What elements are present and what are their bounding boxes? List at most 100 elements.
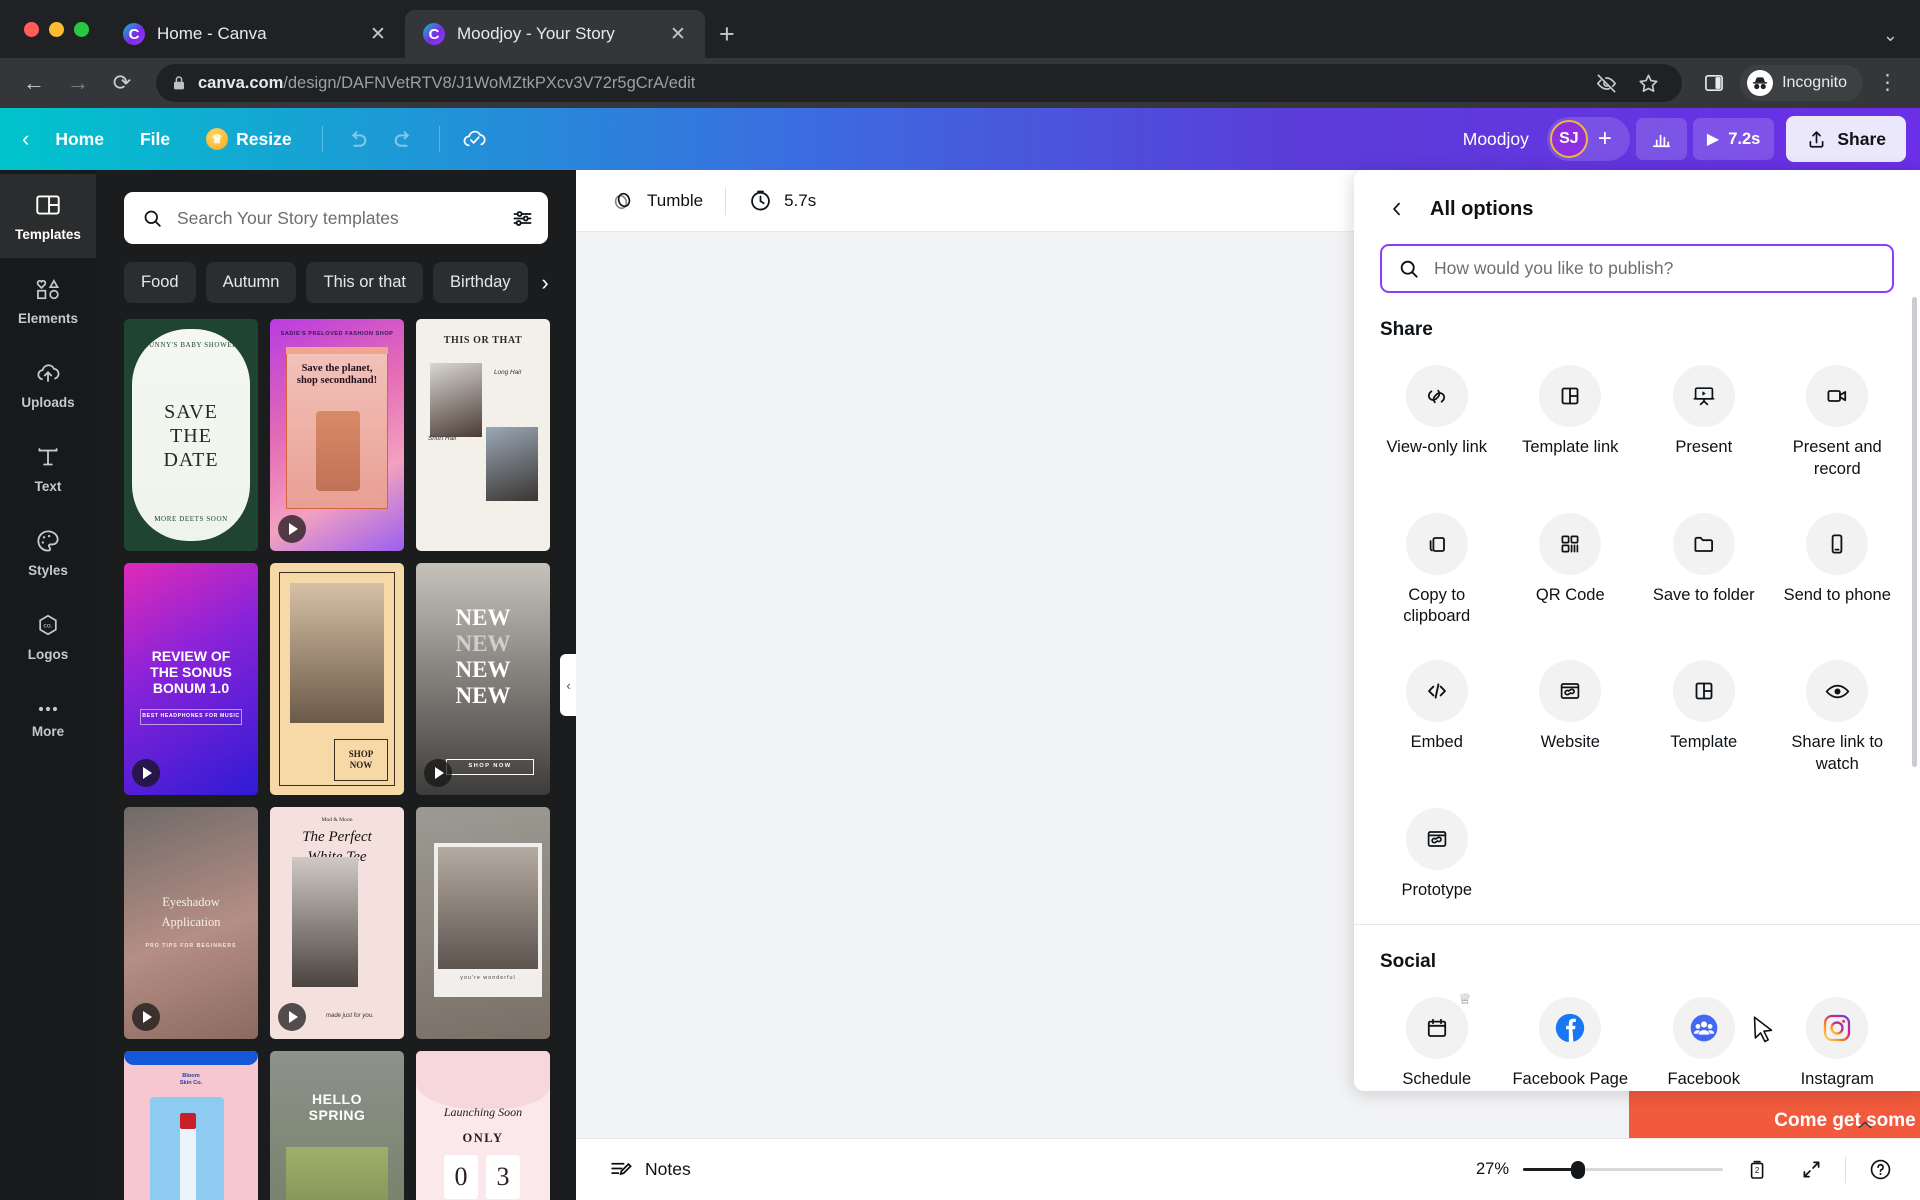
minimize-window-button[interactable] [49, 21, 64, 37]
browser-tab-home-canva[interactable]: C Home - Canva ✕ [105, 10, 405, 58]
template-card[interactable]: SUNNY'S BABY SHOWER SAVE THE DATE MORE D… [124, 319, 258, 551]
play-preview-button[interactable]: ▶ 7.2s [1692, 118, 1775, 160]
option-present[interactable]: Present [1637, 351, 1771, 499]
filter-sliders-icon[interactable] [511, 207, 534, 230]
browser-tabstrip: C Home - Canva ✕ C Moodjoy - Your Story … [0, 0, 1920, 58]
sidebar-item-more[interactable]: More [0, 678, 96, 762]
browser-tab-moodjoy-your-story[interactable]: C Moodjoy - Your Story ✕ [405, 10, 705, 58]
insights-button[interactable] [1635, 118, 1687, 160]
address-bar[interactable]: canva.com/design/DAFNVetRTV8/J1WoMZtkPXc… [156, 64, 1683, 102]
profile-incognito-button[interactable]: Incognito [1740, 65, 1863, 101]
tab-search-chevron-down-icon[interactable]: ⌄ [1883, 25, 1920, 58]
template-search-box[interactable] [124, 192, 548, 244]
sidebar-item-text[interactable]: Text [0, 426, 96, 510]
template-card[interactable]: NEW NEW NEW NEW SHOP NOW [416, 563, 550, 795]
redo-icon[interactable] [383, 118, 425, 160]
template-card[interactable]: THIS OR THAT Long Hair Short Hair [416, 319, 550, 551]
option-copy-to-clipboard[interactable]: Copy to clipboard [1370, 499, 1504, 647]
share-panel-scrollbar[interactable] [1912, 297, 1917, 768]
new-tab-button[interactable]: + [705, 21, 749, 58]
template-card[interactable]: SADIE'S PRELOVED FASHION SHOP Save the p… [270, 319, 404, 551]
option-save-to-folder[interactable]: Save to folder [1637, 499, 1771, 647]
template-card[interactable]: Launching Soon ONLY 0 3 [416, 1051, 550, 1200]
chip-autumn[interactable]: Autumn [205, 262, 297, 303]
pages-icon[interactable]: 2 [1737, 1150, 1777, 1190]
chip-birthday[interactable]: Birthday [433, 262, 528, 303]
template-card[interactable]: Bloom Skin Co. [124, 1051, 258, 1200]
side-panel-icon[interactable] [1696, 65, 1732, 101]
chip-food[interactable]: Food [124, 262, 196, 303]
url-text: canva.com/design/DAFNVetRTV8/J1WoMZtkPXc… [198, 74, 695, 93]
back-button[interactable]: ← [14, 63, 54, 103]
option-template[interactable]: Template [1637, 646, 1771, 794]
animation-button[interactable]: Tumble [596, 179, 717, 223]
option-embed[interactable]: Embed [1370, 646, 1504, 794]
template-card[interactable]: SHOP NOW [270, 563, 404, 795]
option-schedule[interactable]: ♕ Schedule [1370, 983, 1504, 1091]
maximize-window-button[interactable] [74, 21, 89, 37]
template-card[interactable]: REVIEW OF THE SONUS BONUM 1.0 BEST HEADP… [124, 563, 258, 795]
eye-icon [1806, 660, 1869, 723]
zoom-slider-handle[interactable] [1571, 1160, 1585, 1179]
collapse-canvas-chevron-up-icon[interactable] [1845, 1114, 1885, 1136]
search-input[interactable] [177, 207, 497, 229]
chip-this-or-that[interactable]: This or that [306, 262, 424, 303]
collapse-panel-button[interactable]: ‹ [560, 654, 576, 716]
help-question-icon[interactable] [1860, 1150, 1900, 1190]
option-prototype[interactable]: Prototype [1370, 794, 1504, 920]
template-text: NEW [455, 683, 511, 708]
option-qr-code[interactable]: QR Code [1504, 499, 1638, 647]
option-website[interactable]: Website [1504, 646, 1638, 794]
chips-next-chevron-right-icon[interactable]: › [528, 262, 562, 304]
document-title[interactable]: Moodjoy [1451, 129, 1541, 150]
zoom-slider[interactable] [1523, 1160, 1723, 1180]
option-present-and-record[interactable]: Present and record [1771, 351, 1905, 499]
duration-button[interactable]: 5.7s [734, 179, 830, 222]
close-window-button[interactable] [24, 21, 39, 37]
back-chevron-icon[interactable]: ‹ [18, 120, 35, 158]
option-view-only-link[interactable]: View-only link [1370, 351, 1504, 499]
file-menu-button[interactable]: File [124, 121, 186, 158]
facebook-icon [1539, 996, 1602, 1059]
cloud-check-icon[interactable] [454, 118, 496, 160]
close-tab-button[interactable]: ✕ [365, 23, 391, 46]
avatar[interactable]: SJ [1549, 120, 1588, 158]
sidebar-item-elements[interactable]: Elements [0, 258, 96, 342]
forward-button[interactable]: → [58, 63, 98, 103]
option-send-to-phone[interactable]: Send to phone [1771, 499, 1905, 647]
reload-button[interactable]: ⟳ [102, 63, 142, 103]
share-options-scroll[interactable]: Share View-only link Template link Prese… [1354, 293, 1920, 1091]
undo-icon[interactable] [337, 118, 379, 160]
share-panel-title: All options [1430, 197, 1534, 220]
share-button-label: Share [1837, 128, 1886, 149]
kebab-menu-icon[interactable]: ⋮ [1867, 72, 1906, 93]
close-tab-button[interactable]: ✕ [665, 23, 691, 46]
topbar-right-group: Moodjoy SJ + ▶ 7.2s Share [1451, 116, 1906, 162]
sidebar-item-templates[interactable]: Templates [0, 174, 96, 258]
template-text: Mod & Moon [321, 817, 353, 823]
option-share-link-to-watch[interactable]: Share link to watch [1771, 646, 1905, 794]
template-card[interactable]: HELLO SPRING [270, 1051, 404, 1200]
sidebar-item-uploads[interactable]: Uploads [0, 342, 96, 426]
eye-off-icon[interactable] [1588, 65, 1624, 101]
sidebar-item-logos[interactable]: co. Logos [0, 594, 96, 678]
back-chevron-left-icon[interactable] [1380, 192, 1414, 226]
template-card[interactable]: you're wonderful [416, 807, 550, 1039]
resize-button[interactable]: ♕ Resize [190, 120, 307, 158]
option-label: Instagram Business [1800, 1069, 1874, 1088]
template-card[interactable]: Mod & Moon The Perfect White Tee made ju… [270, 807, 404, 1039]
share-button[interactable]: Share [1786, 116, 1906, 162]
option-facebook-page[interactable]: Facebook Page [1504, 983, 1638, 1091]
sidebar-item-styles[interactable]: Styles [0, 510, 96, 594]
notes-button[interactable]: Notes [596, 1149, 703, 1190]
bookmark-star-icon[interactable] [1630, 65, 1666, 101]
publish-search-box[interactable] [1380, 244, 1894, 294]
option-facebook-group[interactable]: Facebook Group [1637, 983, 1771, 1091]
expand-icon[interactable] [1791, 1150, 1831, 1190]
add-collaborator-button[interactable]: + [1590, 125, 1620, 153]
option-instagram-business[interactable]: Instagram Business [1771, 983, 1905, 1091]
template-card[interactable]: Eyeshadow Application PRO TIPS FOR BEGIN… [124, 807, 258, 1039]
option-template-link[interactable]: Template link [1504, 351, 1638, 499]
publish-search-input[interactable] [1434, 258, 1876, 280]
home-button[interactable]: Home [39, 121, 120, 158]
